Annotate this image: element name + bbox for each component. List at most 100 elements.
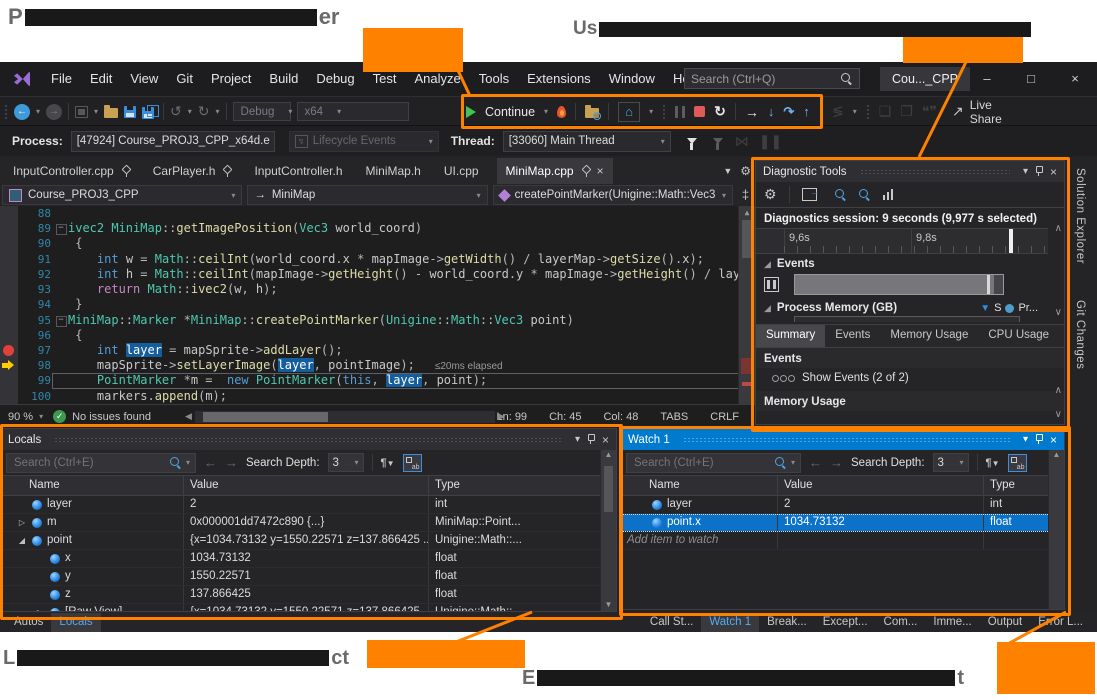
diagnostics-tab[interactable]: Memory Usage xyxy=(880,325,978,347)
code-line[interactable]: 100 markers.append(m); xyxy=(0,389,755,404)
pause-events-icon[interactable] xyxy=(764,277,779,292)
document-tab[interactable]: InputController.cpp xyxy=(8,158,135,184)
zoom-in-icon[interactable] xyxy=(835,189,847,201)
columns-icon[interactable]: ❚❚ xyxy=(759,133,782,150)
events-lane-bar[interactable] xyxy=(794,274,1004,295)
menu-item-extensions[interactable]: Extensions xyxy=(518,62,600,96)
chevron-down-icon[interactable]: ▾ xyxy=(791,458,795,467)
breakpoint-margin[interactable] xyxy=(0,297,18,312)
search-next-icon[interactable]: → xyxy=(225,455,238,470)
open-file-button[interactable] xyxy=(104,108,118,118)
sidebar-tab-git-changes[interactable]: Git Changes xyxy=(1074,300,1086,369)
menu-item-window[interactable]: Window xyxy=(600,62,664,96)
scope-dropdown[interactable]: →MiniMap▾ xyxy=(247,185,487,205)
zoom-dropdown[interactable]: 90 %▾ xyxy=(0,411,53,423)
close-icon[interactable]: × xyxy=(602,433,609,447)
breakpoint-margin[interactable] xyxy=(0,206,18,221)
bottom-tab[interactable]: Com... xyxy=(876,613,926,632)
search-prev-icon[interactable]: ← xyxy=(204,455,217,470)
pin-icon[interactable] xyxy=(1035,434,1043,445)
variable-value[interactable]: {x=1034.73132 y=1550.22571 z=137.866425 … xyxy=(184,604,429,612)
breakpoint-margin[interactable] xyxy=(0,343,18,358)
variable-row[interactable]: layer2int xyxy=(621,496,1064,514)
gear-icon[interactable]: ⚙ xyxy=(740,164,751,178)
code-line[interactable]: 89−ivec2 MiniMap::getImagePosition(Vec3 … xyxy=(0,221,755,236)
maximize-button[interactable]: □ xyxy=(1009,62,1053,96)
chevron-down-icon[interactable]: ▾ xyxy=(544,107,548,116)
menu-item-project[interactable]: Project xyxy=(202,62,260,96)
breakpoint-icon[interactable] xyxy=(3,345,14,356)
chevron-down-icon[interactable]: ▾ xyxy=(188,107,192,116)
code-line[interactable]: 93 return Math::ivec2(w, h); xyxy=(0,282,755,297)
column-header[interactable]: Value xyxy=(778,476,984,495)
toggle-text-visualizer-icon[interactable] xyxy=(1008,454,1027,472)
save-all-button[interactable] xyxy=(142,105,157,119)
code-analysis-icon[interactable]: ≶ xyxy=(832,103,844,120)
health-status[interactable]: No issues found xyxy=(72,411,151,423)
breakpoint-margin[interactable] xyxy=(0,373,18,388)
variable-row[interactable]: Add item to watch xyxy=(621,532,1064,550)
editor-vertical-scrollbar[interactable]: ▲ xyxy=(738,206,755,404)
pin-icon[interactable] xyxy=(121,165,130,177)
settings-gear-icon[interactable]: ⚙ xyxy=(764,186,777,203)
filter-icon[interactable] xyxy=(687,138,697,144)
search-field[interactable] xyxy=(632,456,771,470)
tab-overflow-icon[interactable]: ▼ xyxy=(723,166,732,176)
toolbar-grip[interactable] xyxy=(662,104,666,120)
close-icon[interactable]: × xyxy=(1050,433,1057,447)
search-next-icon[interactable]: → xyxy=(830,455,843,470)
menu-item-edit[interactable]: Edit xyxy=(81,62,121,96)
search-box[interactable]: Search (Ctrl+Q) xyxy=(684,68,860,89)
code-line[interactable]: 96 { xyxy=(0,328,755,343)
diagnostics-tab[interactable]: Summary xyxy=(756,325,825,347)
thread-dropdown[interactable]: [33060] Main Thread▾ xyxy=(503,131,671,152)
code-line[interactable]: 91 int w = Math::ceilInt(world_coord.x *… xyxy=(0,252,755,267)
navigate-back-button[interactable]: ← xyxy=(14,104,30,120)
code-line[interactable]: 92 int h = Math::ceilInt(mapImage->getHe… xyxy=(0,267,755,282)
variable-value[interactable]: 137.866425 xyxy=(184,586,429,603)
locals-search-input[interactable]: ▾ xyxy=(6,453,196,473)
breakpoint-margin[interactable] xyxy=(0,282,18,297)
scroll-chevron-up[interactable]: ∧ xyxy=(1055,385,1062,396)
code-line[interactable]: 95−MiniMap::Marker *MiniMap::createPoint… xyxy=(0,313,755,328)
variable-row[interactable]: y1550.22571float xyxy=(1,568,616,586)
show-next-statement-button[interactable]: → xyxy=(745,104,759,120)
zoom-out-icon[interactable] xyxy=(859,189,871,201)
close-button[interactable]: × xyxy=(1053,62,1097,96)
live-share-icon[interactable]: ↗ xyxy=(952,103,964,120)
step-out-button[interactable]: ↑ xyxy=(803,104,810,119)
document-tab[interactable]: UI.cpp xyxy=(439,158,484,184)
split-window-icon[interactable]: ‡ xyxy=(738,185,753,205)
variable-name[interactable]: ▷[Raw View] xyxy=(1,604,184,612)
scroll-right-icon[interactable]: ▶ xyxy=(498,411,505,422)
breakpoint-margin[interactable] xyxy=(0,252,18,267)
bottom-tab[interactable]: Autos xyxy=(6,613,51,632)
breakpoint-margin[interactable] xyxy=(0,358,18,373)
watch-titlebar[interactable]: Watch 1 ▾ × xyxy=(621,429,1064,450)
column-header[interactable]: Value xyxy=(184,476,429,495)
continue-button[interactable]: Continue xyxy=(485,105,535,119)
memory-section-header[interactable]: ◢ Process Memory (GB) ▼ S Pr... xyxy=(756,298,1064,316)
document-tab[interactable]: MiniMap.cpp× xyxy=(497,158,613,184)
new-project-button[interactable] xyxy=(75,106,88,118)
variable-name[interactable]: layer xyxy=(1,496,184,513)
variable-row[interactable]: layer2int xyxy=(1,496,616,514)
navigate-forward-button[interactable]: → xyxy=(46,104,62,120)
chevron-down-icon[interactable]: ▾ xyxy=(186,458,190,467)
toggle-text-visualizer-icon[interactable] xyxy=(403,454,422,472)
code-line[interactable]: 98 mapSprite->setLayerImage(layer, point… xyxy=(0,358,755,373)
watch-scrollbar[interactable]: ▲ xyxy=(1048,450,1064,609)
code-line[interactable]: 94 } xyxy=(0,297,755,312)
variable-value[interactable]: {x=1034.73132 y=1550.22571 z=137.866425 … xyxy=(184,532,429,549)
show-events-link[interactable]: Show Events (2 of 2) xyxy=(756,368,1064,388)
chevron-down-icon[interactable]: ▾ xyxy=(1023,434,1028,445)
events-section-header[interactable]: ◢Events xyxy=(756,254,1064,272)
breakpoint-margin[interactable] xyxy=(0,313,18,328)
chevron-down-icon[interactable]: ▾ xyxy=(649,107,653,116)
search-icon[interactable] xyxy=(170,457,182,469)
bottom-tab[interactable]: Except... xyxy=(815,613,876,632)
pin-icon[interactable] xyxy=(587,434,595,445)
variable-value[interactable]: 1550.22571 xyxy=(184,568,429,585)
save-button[interactable] xyxy=(124,106,136,118)
menu-item-tools[interactable]: Tools xyxy=(470,62,518,96)
